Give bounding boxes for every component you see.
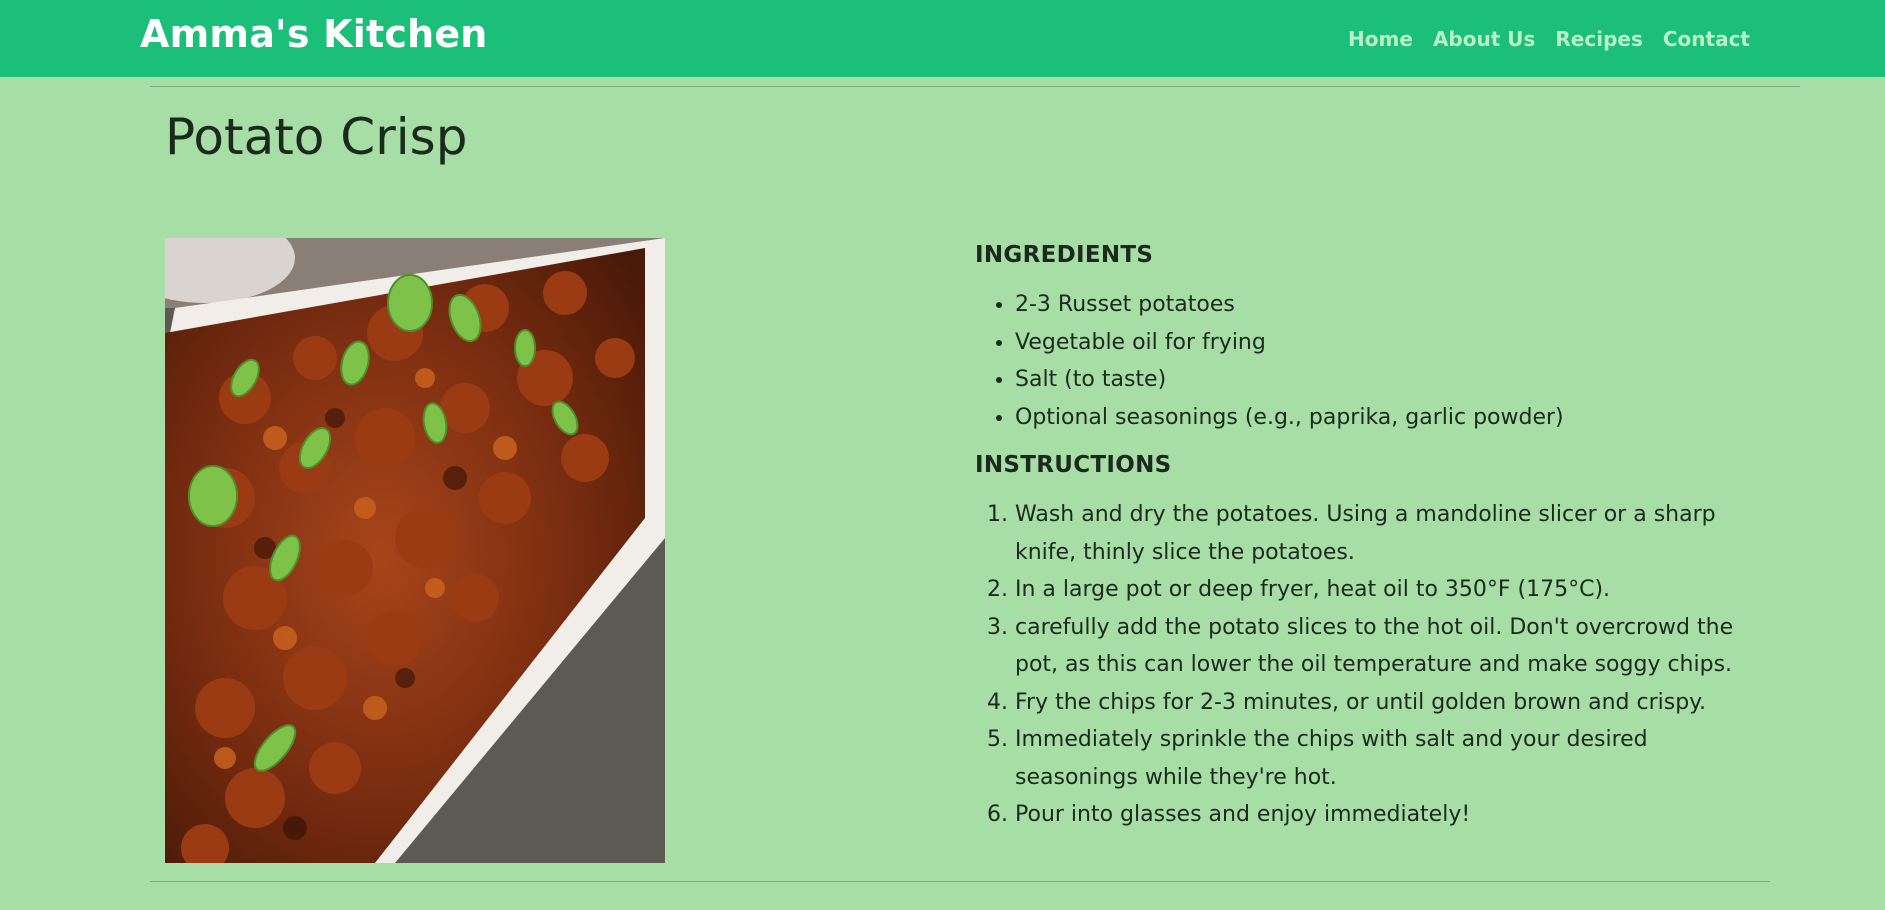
ingredient-item: 2-3 Russet potatoes bbox=[1015, 286, 1755, 324]
instruction-step: Immediately sprinkle the chips with salt… bbox=[1015, 721, 1755, 796]
bottom-divider bbox=[150, 881, 1770, 882]
instruction-step: Pour into glasses and enjoy immediately! bbox=[1015, 796, 1755, 834]
ingredient-item: Vegetable oil for frying bbox=[1015, 324, 1755, 362]
nav-link-home[interactable]: Home bbox=[1348, 27, 1413, 51]
nav-link-recipes[interactable]: Recipes bbox=[1555, 27, 1642, 51]
recipe-details: INGREDIENTS 2-3 Russet potatoes Vegetabl… bbox=[975, 242, 1755, 834]
page-title: Potato Crisp bbox=[165, 108, 468, 166]
dish-photo bbox=[165, 238, 665, 863]
instructions-heading: INSTRUCTIONS bbox=[975, 452, 1172, 478]
top-divider bbox=[150, 86, 1800, 87]
instructions-list: Wash and dry the potatoes. Using a mando… bbox=[975, 496, 1755, 834]
instruction-step: Fry the chips for 2-3 minutes, or until … bbox=[1015, 684, 1755, 722]
ingredients-heading: INGREDIENTS bbox=[975, 242, 1154, 268]
ingredient-item: Salt (to taste) bbox=[1015, 361, 1755, 399]
nav-link-contact[interactable]: Contact bbox=[1663, 27, 1750, 51]
brand-logo[interactable]: Amma's Kitchen bbox=[140, 12, 488, 56]
instruction-step: In a large pot or deep fryer, heat oil t… bbox=[1015, 571, 1755, 609]
navbar: Amma's Kitchen Home About Us Recipes Con… bbox=[0, 0, 1885, 77]
ingredients-list: 2-3 Russet potatoes Vegetable oil for fr… bbox=[975, 286, 1755, 436]
nav-link-about-us[interactable]: About Us bbox=[1433, 27, 1535, 51]
main-nav: Home About Us Recipes Contact bbox=[1348, 27, 1750, 51]
instruction-step: carefully add the potato slices to the h… bbox=[1015, 609, 1755, 684]
ingredient-item: Optional seasonings (e.g., paprika, garl… bbox=[1015, 399, 1755, 437]
instruction-step: Wash and dry the potatoes. Using a mando… bbox=[1015, 496, 1755, 571]
dish-photo-graphic bbox=[165, 238, 665, 863]
